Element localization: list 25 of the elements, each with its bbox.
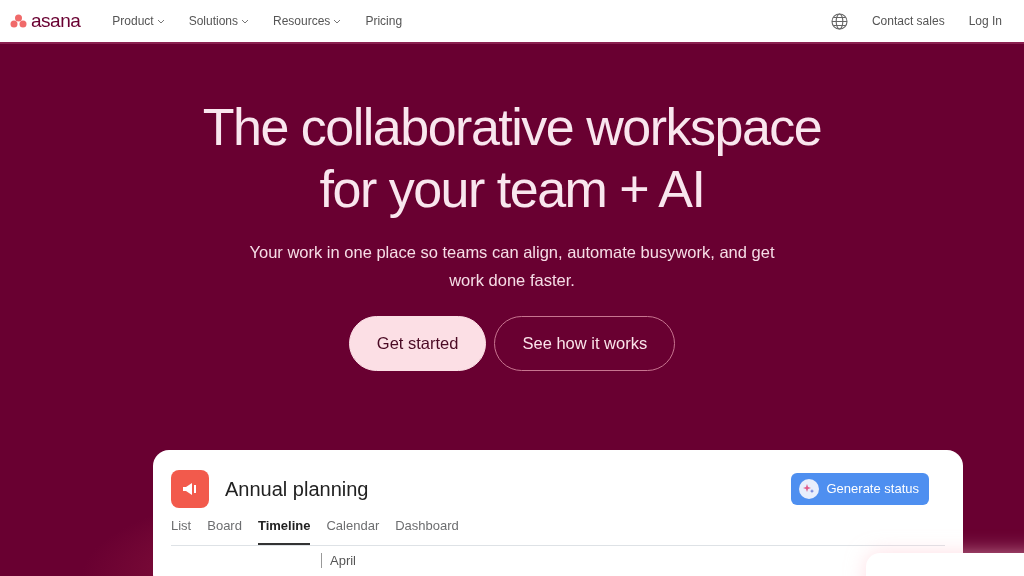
logo-text: asana	[31, 8, 81, 33]
view-tab[interactable]: Board	[207, 516, 242, 545]
nav-link[interactable]: Solutions	[188, 12, 249, 30]
view-tab[interactable]: Timeline	[257, 516, 311, 545]
chevron-down-icon	[241, 18, 249, 24]
sparkle-icon	[798, 479, 819, 499]
view-tab[interactable]: Calendar	[326, 516, 380, 545]
logo-link[interactable]: asana	[10, 6, 81, 36]
chevron-down-icon	[333, 18, 342, 24]
view-tab[interactable]: Dashboard	[395, 516, 459, 545]
project-title: Annual planning	[225, 477, 369, 502]
get-started-button[interactable]: Get started	[348, 316, 487, 371]
month-label: April	[321, 552, 356, 568]
contact-sales-link[interactable]: Contact sales	[871, 12, 945, 30]
hero-heading: The collaborative workspace for your team + AI	[201, 97, 823, 220]
nav-link[interactable]: Resources	[273, 12, 342, 30]
megaphone-icon	[171, 470, 209, 508]
three-dots-logo-icon	[10, 14, 27, 28]
chevron-down-icon	[156, 18, 165, 24]
hero-subtitle: Your work in one place so teams can align, automate busywork, and get work done faster.	[248, 242, 776, 291]
login-link[interactable]: Log In	[968, 12, 1002, 30]
nav-link[interactable]: Pricing	[365, 12, 403, 30]
globe-icon[interactable]	[830, 12, 848, 30]
nav-link[interactable]: Product	[112, 12, 165, 30]
view-tab[interactable]: List	[171, 516, 192, 545]
